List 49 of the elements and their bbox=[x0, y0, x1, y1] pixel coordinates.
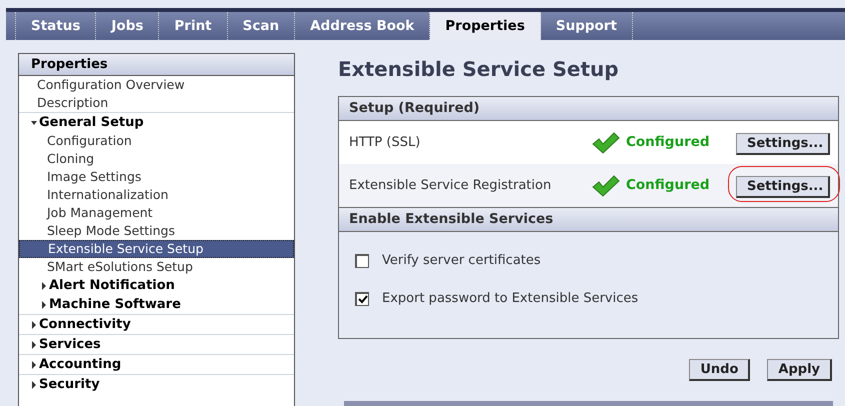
sidebar-item[interactable]: Configuration Overview bbox=[19, 76, 294, 94]
checkbox[interactable] bbox=[355, 254, 369, 268]
nav-tab[interactable]: Properties bbox=[430, 12, 541, 40]
option-label: Verify server certificates bbox=[382, 252, 541, 270]
caret-right-icon bbox=[31, 340, 37, 348]
sidebar-item[interactable]: Description bbox=[19, 94, 294, 112]
checkbox[interactable] bbox=[355, 292, 369, 306]
sidebar-item[interactable]: SMart eSolutions Setup bbox=[19, 258, 294, 276]
sidebar-item[interactable]: Image Settings bbox=[19, 168, 294, 186]
sidebar-group[interactable]: Accounting bbox=[19, 355, 294, 374]
caret-right-icon bbox=[31, 320, 37, 328]
check-icon bbox=[592, 174, 620, 198]
sidebar-group[interactable]: Connectivity bbox=[19, 315, 294, 334]
sidebar-item[interactable]: Extensible Service Setup bbox=[19, 240, 294, 258]
sidebar-item[interactable]: Internationalization bbox=[19, 186, 294, 204]
sidebar-group[interactable]: Machine Software bbox=[19, 295, 294, 314]
sidebar-item[interactable]: Sleep Mode Settings bbox=[19, 222, 294, 240]
settings-button[interactable]: Settings... bbox=[736, 133, 830, 155]
status-text: Configured bbox=[626, 133, 711, 152]
option-label: Export password to Extensible Services bbox=[382, 290, 638, 308]
nav-tab[interactable]: Status bbox=[16, 12, 96, 40]
tick-icon bbox=[358, 295, 368, 304]
nav-tab[interactable]: Print bbox=[159, 12, 228, 40]
nav-tab[interactable]: Scan bbox=[228, 12, 296, 40]
sidebar-group[interactable]: Security bbox=[19, 375, 294, 394]
section-header: Setup (Required) bbox=[339, 97, 838, 121]
sidebar-group[interactable]: Alert Notification bbox=[19, 276, 294, 295]
action-button[interactable]: Apply bbox=[767, 359, 832, 381]
nav-tab[interactable]: Support bbox=[540, 12, 633, 40]
caret-right-icon bbox=[41, 300, 47, 308]
nav-tab[interactable]: Jobs bbox=[96, 12, 160, 40]
check-icon bbox=[592, 130, 620, 154]
caret-right-icon bbox=[41, 282, 47, 290]
status-text: Configured bbox=[626, 176, 711, 196]
action-button[interactable]: Undo bbox=[689, 359, 750, 381]
sidebar-group[interactable]: Services bbox=[19, 335, 294, 354]
sidebar-item[interactable]: Configuration bbox=[19, 132, 294, 150]
caret-right-icon bbox=[31, 380, 37, 388]
page-title: Extensible Service Setup bbox=[338, 56, 620, 83]
settings-button[interactable]: Settings... bbox=[736, 176, 830, 198]
sidebar-item[interactable]: Cloning bbox=[19, 150, 294, 168]
section-header: Enable Extensible Services bbox=[339, 207, 838, 232]
sidebar-group[interactable]: General Setup bbox=[19, 113, 294, 132]
sidebar-item[interactable]: Job Management bbox=[19, 204, 294, 222]
caret-right-icon bbox=[31, 360, 37, 368]
setup-label: Extensible Service Registration bbox=[349, 176, 552, 195]
sidebar-title: Properties bbox=[19, 54, 294, 76]
setup-label: HTTP (SSL) bbox=[349, 134, 422, 152]
caret-down-icon bbox=[31, 118, 37, 126]
